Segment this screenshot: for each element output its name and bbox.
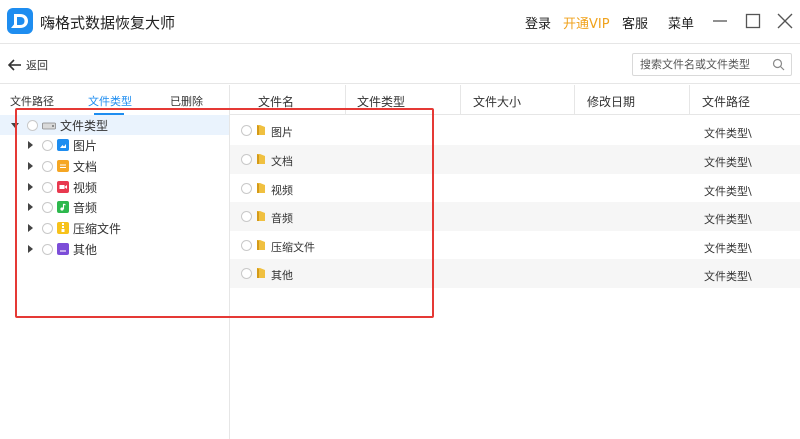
folder-icon (257, 154, 265, 164)
back-label: 返回 (26, 59, 48, 72)
row-radio[interactable] (241, 240, 252, 251)
back-arrow-icon (8, 59, 21, 71)
video-icon (57, 181, 69, 193)
title-bar: 嗨格式数据恢复大师 登录 开通VIP 客服 菜单 (0, 0, 800, 44)
row-file-name: 压缩文件 (271, 241, 315, 254)
column-separator (689, 85, 690, 115)
left-tab-bar: 文件路径 文件类型 已删除 (0, 85, 230, 115)
caret-right-icon[interactable] (28, 203, 33, 211)
row-file-path: 文件类型\ (704, 242, 752, 255)
row-radio[interactable] (241, 183, 252, 194)
row-file-path: 文件类型\ (704, 213, 752, 226)
other-icon (57, 243, 69, 255)
row-file-name: 图片 (271, 126, 293, 139)
tab-file-path[interactable]: 文件路径 (10, 93, 54, 109)
tree-item-label: 其他 (73, 242, 98, 257)
caret-right-icon[interactable] (28, 141, 33, 149)
row-file-name: 音频 (271, 212, 293, 225)
tab-file-type[interactable]: 文件类型 (88, 93, 132, 109)
close-icon[interactable] (774, 10, 796, 32)
customer-service-link[interactable]: 客服 (622, 13, 648, 32)
row-file-path: 文件类型\ (704, 185, 752, 198)
table-row[interactable]: 音频 文件类型\ (230, 202, 800, 231)
tree-radio[interactable] (42, 139, 53, 151)
row-radio[interactable] (241, 125, 252, 136)
folder-icon (257, 240, 265, 250)
tree-item-images[interactable]: 图片 (28, 135, 97, 155)
app-title: 嗨格式数据恢复大师 (40, 14, 176, 32)
row-file-name: 视频 (271, 184, 293, 197)
column-header-size[interactable]: 文件大小 (473, 93, 521, 110)
folder-icon (257, 211, 265, 221)
tree-item-audio[interactable]: 音频 (28, 197, 97, 217)
tree-radio[interactable] (42, 181, 53, 193)
column-header-type[interactable]: 文件类型 (357, 93, 405, 110)
row-file-name: 文档 (271, 155, 293, 168)
row-file-path: 文件类型\ (704, 127, 752, 140)
table-row[interactable]: 文档 文件类型\ (230, 145, 800, 174)
row-file-path: 文件类型\ (704, 270, 752, 283)
column-header-name[interactable]: 文件名 (258, 93, 294, 110)
caret-right-icon[interactable] (28, 245, 33, 253)
caret-right-icon[interactable] (28, 224, 33, 232)
tree-radio[interactable] (42, 201, 53, 213)
tree-item-label: 音频 (73, 200, 98, 215)
row-file-path: 文件类型\ (704, 156, 752, 169)
folder-icon (257, 268, 265, 278)
search-input[interactable] (633, 54, 768, 75)
tree-item-label: 压缩文件 (73, 221, 122, 236)
tree-radio[interactable] (42, 222, 53, 234)
folder-icon (257, 125, 265, 135)
column-header-path[interactable]: 文件路径 (702, 93, 750, 110)
column-separator (574, 85, 575, 115)
row-file-name: 其他 (271, 269, 293, 282)
caret-down-icon[interactable] (11, 122, 19, 128)
vip-link[interactable]: 开通VIP (563, 13, 610, 32)
tree-root-label: 文件类型 (60, 118, 109, 133)
column-separator (460, 85, 461, 115)
minimize-icon[interactable] (709, 10, 731, 32)
document-icon (57, 160, 69, 172)
tree-item-videos[interactable]: 视频 (28, 177, 97, 197)
app-logo-icon (7, 8, 33, 34)
column-header-date[interactable]: 修改日期 (587, 93, 635, 110)
row-radio[interactable] (241, 268, 252, 279)
caret-right-icon[interactable] (28, 183, 33, 191)
column-separator (345, 85, 346, 115)
tree-item-other[interactable]: 其他 (28, 239, 97, 259)
tree-item-label: 图片 (73, 138, 98, 153)
tab-deleted[interactable]: 已删除 (170, 93, 203, 109)
archive-icon (57, 222, 69, 234)
tree-item-archives[interactable]: 压缩文件 (28, 218, 121, 238)
tree-item-documents[interactable]: 文档 (28, 156, 97, 176)
audio-icon (57, 201, 69, 213)
back-button[interactable]: 返回 (8, 56, 48, 74)
image-icon (57, 139, 69, 151)
table-row[interactable]: 视频 文件类型\ (230, 174, 800, 203)
search-icon[interactable] (772, 58, 785, 71)
menu-button[interactable]: 菜单 (668, 13, 694, 32)
tree-item-label: 视频 (73, 180, 98, 195)
table-row[interactable]: 压缩文件 文件类型\ (230, 231, 800, 260)
tree-item-root[interactable]: 文件类型 (11, 115, 108, 135)
table-row[interactable]: 其他 文件类型\ (230, 259, 800, 288)
tree-radio[interactable] (42, 160, 53, 172)
folder-icon (257, 183, 265, 193)
login-link[interactable]: 登录 (525, 13, 551, 32)
caret-right-icon[interactable] (28, 162, 33, 170)
search-box (632, 53, 792, 76)
drive-icon (42, 119, 56, 131)
maximize-icon[interactable] (742, 10, 764, 32)
tree-radio[interactable] (42, 243, 53, 255)
tree-radio[interactable] (27, 119, 38, 131)
toolbar: 返回 (0, 44, 800, 84)
file-list-header: 文件名 文件类型 文件大小 修改日期 文件路径 (230, 85, 800, 115)
tree-item-label: 文档 (73, 159, 98, 174)
row-radio[interactable] (241, 211, 252, 222)
row-radio[interactable] (241, 154, 252, 165)
table-row[interactable]: 图片 文件类型\ (230, 116, 800, 145)
